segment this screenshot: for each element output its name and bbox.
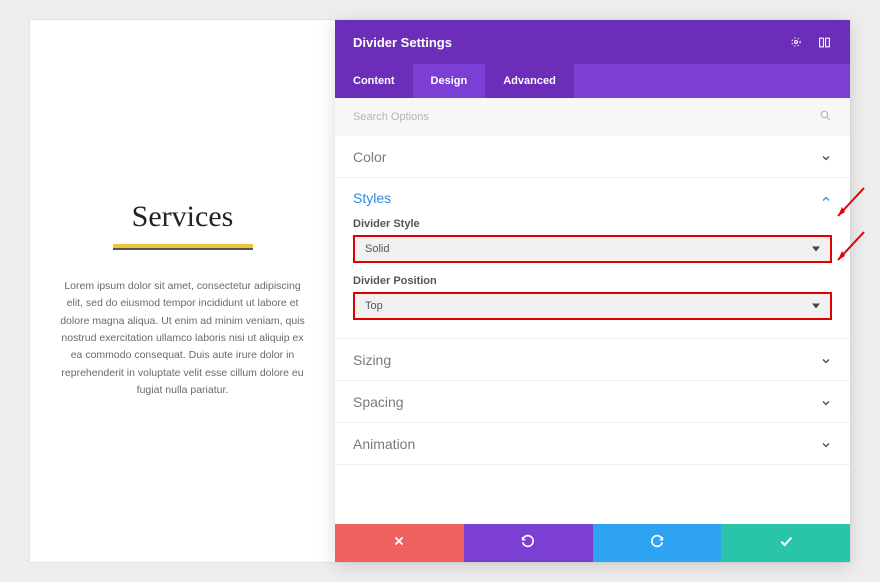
panel-title: Divider Settings (353, 35, 452, 50)
divider-style-value: Solid (365, 243, 389, 255)
section-styles-label: Styles (353, 190, 391, 206)
chevron-down-icon (820, 151, 832, 163)
panel-header[interactable]: Divider Settings (335, 20, 850, 64)
tab-advanced[interactable]: Advanced (485, 64, 574, 98)
columns-icon[interactable] (816, 34, 832, 50)
chevron-down-icon (820, 354, 832, 366)
panel-tabs: Content Design Advanced (335, 64, 850, 98)
section-styles-header[interactable]: Styles (353, 190, 832, 206)
panel-footer (335, 524, 850, 562)
cancel-button[interactable] (335, 524, 464, 562)
dropdown-caret-icon (812, 304, 820, 309)
preview-divider (113, 244, 253, 250)
divider-position-value: Top (365, 300, 383, 312)
chevron-up-icon (820, 192, 832, 204)
save-button[interactable] (721, 524, 850, 562)
section-color-label: Color (353, 149, 386, 165)
tab-design[interactable]: Design (413, 64, 486, 98)
chevron-down-icon (820, 396, 832, 408)
panel-body: Color Styles Divider Style Solid (335, 136, 850, 524)
preview-body-text: Lorem ipsum dolor sit amet, consectetur … (56, 278, 309, 399)
section-animation-label: Animation (353, 436, 415, 452)
section-color[interactable]: Color (335, 136, 850, 178)
search-row[interactable]: Search Options (335, 98, 850, 136)
section-spacing[interactable]: Spacing (335, 381, 850, 423)
undo-icon (520, 533, 536, 554)
section-animation[interactable]: Animation (335, 423, 850, 465)
search-placeholder: Search Options (353, 111, 429, 123)
canvas: Services Lorem ipsum dolor sit amet, con… (30, 20, 850, 562)
section-spacing-label: Spacing (353, 394, 404, 410)
close-icon (392, 534, 406, 553)
settings-panel: Divider Settings Content Design Advanced… (335, 20, 850, 562)
page-preview: Services Lorem ipsum dolor sit amet, con… (30, 20, 335, 562)
preview-heading: Services (56, 200, 309, 234)
divider-style-select[interactable]: Solid (353, 235, 832, 263)
redo-icon (649, 533, 665, 554)
divider-style-label: Divider Style (353, 218, 832, 230)
chevron-down-icon (820, 438, 832, 450)
tab-content[interactable]: Content (335, 64, 413, 98)
section-sizing[interactable]: Sizing (335, 339, 850, 381)
undo-button[interactable] (464, 524, 593, 562)
dropdown-caret-icon (812, 247, 820, 252)
divider-position-label: Divider Position (353, 275, 832, 287)
focus-icon[interactable] (788, 34, 804, 50)
section-styles: Styles Divider Style Solid Divider Posit… (335, 178, 850, 339)
section-sizing-label: Sizing (353, 352, 391, 368)
redo-button[interactable] (593, 524, 722, 562)
search-icon (819, 109, 832, 125)
divider-position-select[interactable]: Top (353, 292, 832, 320)
check-icon (778, 533, 794, 554)
